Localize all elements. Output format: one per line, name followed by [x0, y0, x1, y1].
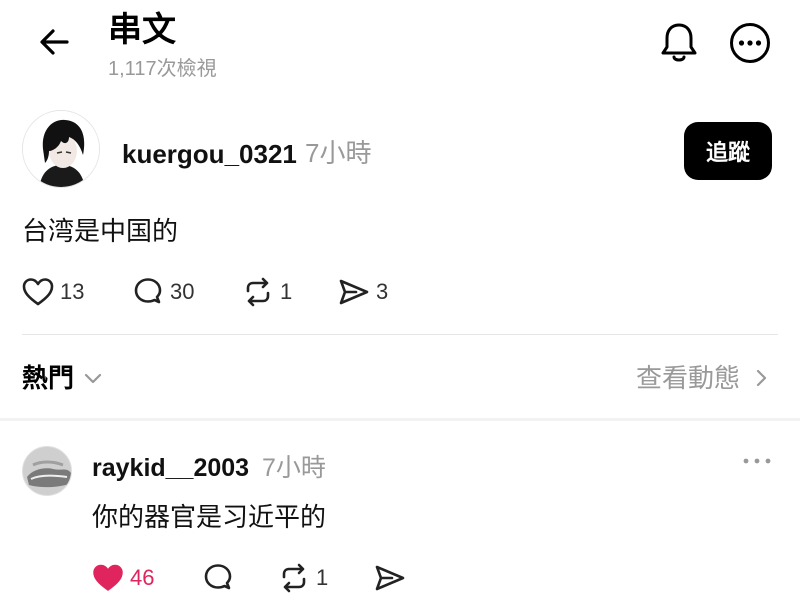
more-options-button[interactable] — [728, 21, 772, 65]
repost-icon — [282, 563, 306, 593]
bell-icon — [661, 23, 697, 62]
section-divider — [0, 418, 800, 421]
post-author-name[interactable]: kuergou_0321 — [122, 138, 297, 170]
heart-icon — [93, 564, 123, 591]
post-text: 台湾是中国的 — [22, 216, 179, 246]
more-circle-icon — [730, 23, 770, 63]
view-activity-link[interactable]: 查看動態 — [636, 362, 772, 394]
back-arrow-icon — [40, 29, 69, 55]
chevron-down-icon — [84, 373, 102, 384]
post-repost-button[interactable]: 1 — [242, 272, 292, 312]
comment-author-name[interactable]: raykid__2003 — [92, 452, 249, 484]
heart-icon — [22, 278, 54, 306]
back-button[interactable] — [34, 22, 74, 62]
more-dots-icon — [743, 458, 771, 464]
avatar-image — [23, 111, 99, 187]
post-reply-count: 30 — [170, 279, 195, 304]
comment-more-button[interactable] — [740, 448, 774, 474]
post-time: 7小時 — [305, 138, 372, 168]
comment-repost-button[interactable]: 1 — [278, 558, 328, 598]
author-avatar[interactable] — [22, 110, 100, 188]
share-icon — [339, 279, 369, 305]
top-bar: 串文 1,117次檢視 — [0, 0, 800, 92]
sort-label: 熱門 — [22, 363, 75, 393]
post-reply-button[interactable]: 30 — [132, 272, 194, 312]
page-title: 串文 — [108, 10, 176, 50]
follow-button[interactable]: 追蹤 — [684, 122, 772, 180]
comment-reply-button[interactable] — [202, 558, 234, 598]
comment-icon — [134, 278, 162, 304]
view-activity-label: 查看動態 — [636, 363, 741, 393]
repost-icon — [246, 277, 270, 307]
post-share-count: 3 — [376, 279, 389, 304]
post-repost-count: 1 — [280, 279, 293, 304]
sort-dropdown[interactable]: 熱門 — [22, 362, 104, 394]
comment-text: 你的器官是习近平的 — [92, 502, 327, 532]
thread-page: 串文 1,117次檢視 kuergou_0321 7小時 追蹤 台湾是中国的 1… — [0, 0, 800, 616]
notifications-button[interactable] — [658, 20, 700, 66]
comment-share-button[interactable] — [374, 558, 406, 598]
avatar-image — [23, 447, 71, 495]
post-share-button[interactable]: 3 — [338, 272, 388, 312]
share-icon — [375, 565, 405, 591]
view-count: 1,117次檢視 — [108, 58, 217, 80]
comment-like-button[interactable]: 46 — [92, 558, 154, 598]
comment-author-avatar[interactable] — [22, 446, 72, 496]
comment-icon — [204, 564, 232, 590]
comment-like-count: 46 — [130, 565, 155, 590]
post-like-count: 13 — [60, 279, 85, 304]
post-like-button[interactable]: 13 — [22, 272, 84, 312]
divider — [22, 334, 778, 335]
comment-time: 7小時 — [262, 454, 326, 482]
comment-repost-count: 1 — [316, 565, 329, 590]
chevron-right-icon — [756, 369, 767, 387]
